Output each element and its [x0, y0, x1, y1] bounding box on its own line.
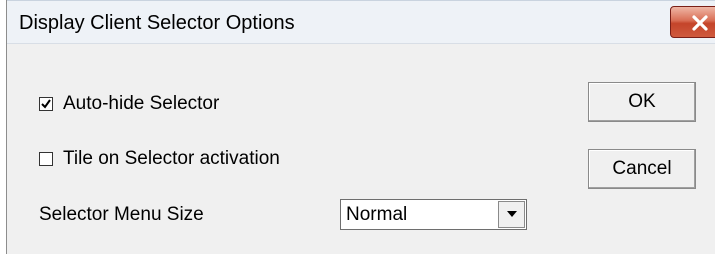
title-bar[interactable]: Display Client Selector Options — [7, 0, 715, 44]
auto-hide-label[interactable]: Auto-hide Selector — [63, 92, 219, 116]
auto-hide-checkbox[interactable] — [39, 97, 53, 111]
menu-size-dropdown-button[interactable] — [498, 201, 525, 228]
window-title: Display Client Selector Options — [19, 12, 295, 34]
options-dialog: Display Client Selector Options Auto-hid… — [6, 0, 715, 254]
tile-on-activation-option[interactable]: Tile on Selector activation — [39, 147, 280, 171]
checkmark-icon — [41, 99, 51, 109]
chevron-down-icon — [507, 211, 517, 217]
ok-button[interactable]: OK — [588, 82, 696, 122]
menu-size-value: Normal — [346, 204, 408, 225]
cancel-button[interactable]: Cancel — [588, 149, 696, 189]
tile-on-activation-label[interactable]: Tile on Selector activation — [63, 147, 280, 171]
close-icon — [692, 15, 708, 31]
auto-hide-option[interactable]: Auto-hide Selector — [39, 92, 219, 116]
close-button[interactable] — [670, 6, 715, 38]
tile-on-activation-checkbox[interactable] — [39, 152, 53, 166]
menu-size-label: Selector Menu Size — [39, 204, 204, 225]
menu-size-select[interactable]: Normal — [340, 199, 527, 230]
